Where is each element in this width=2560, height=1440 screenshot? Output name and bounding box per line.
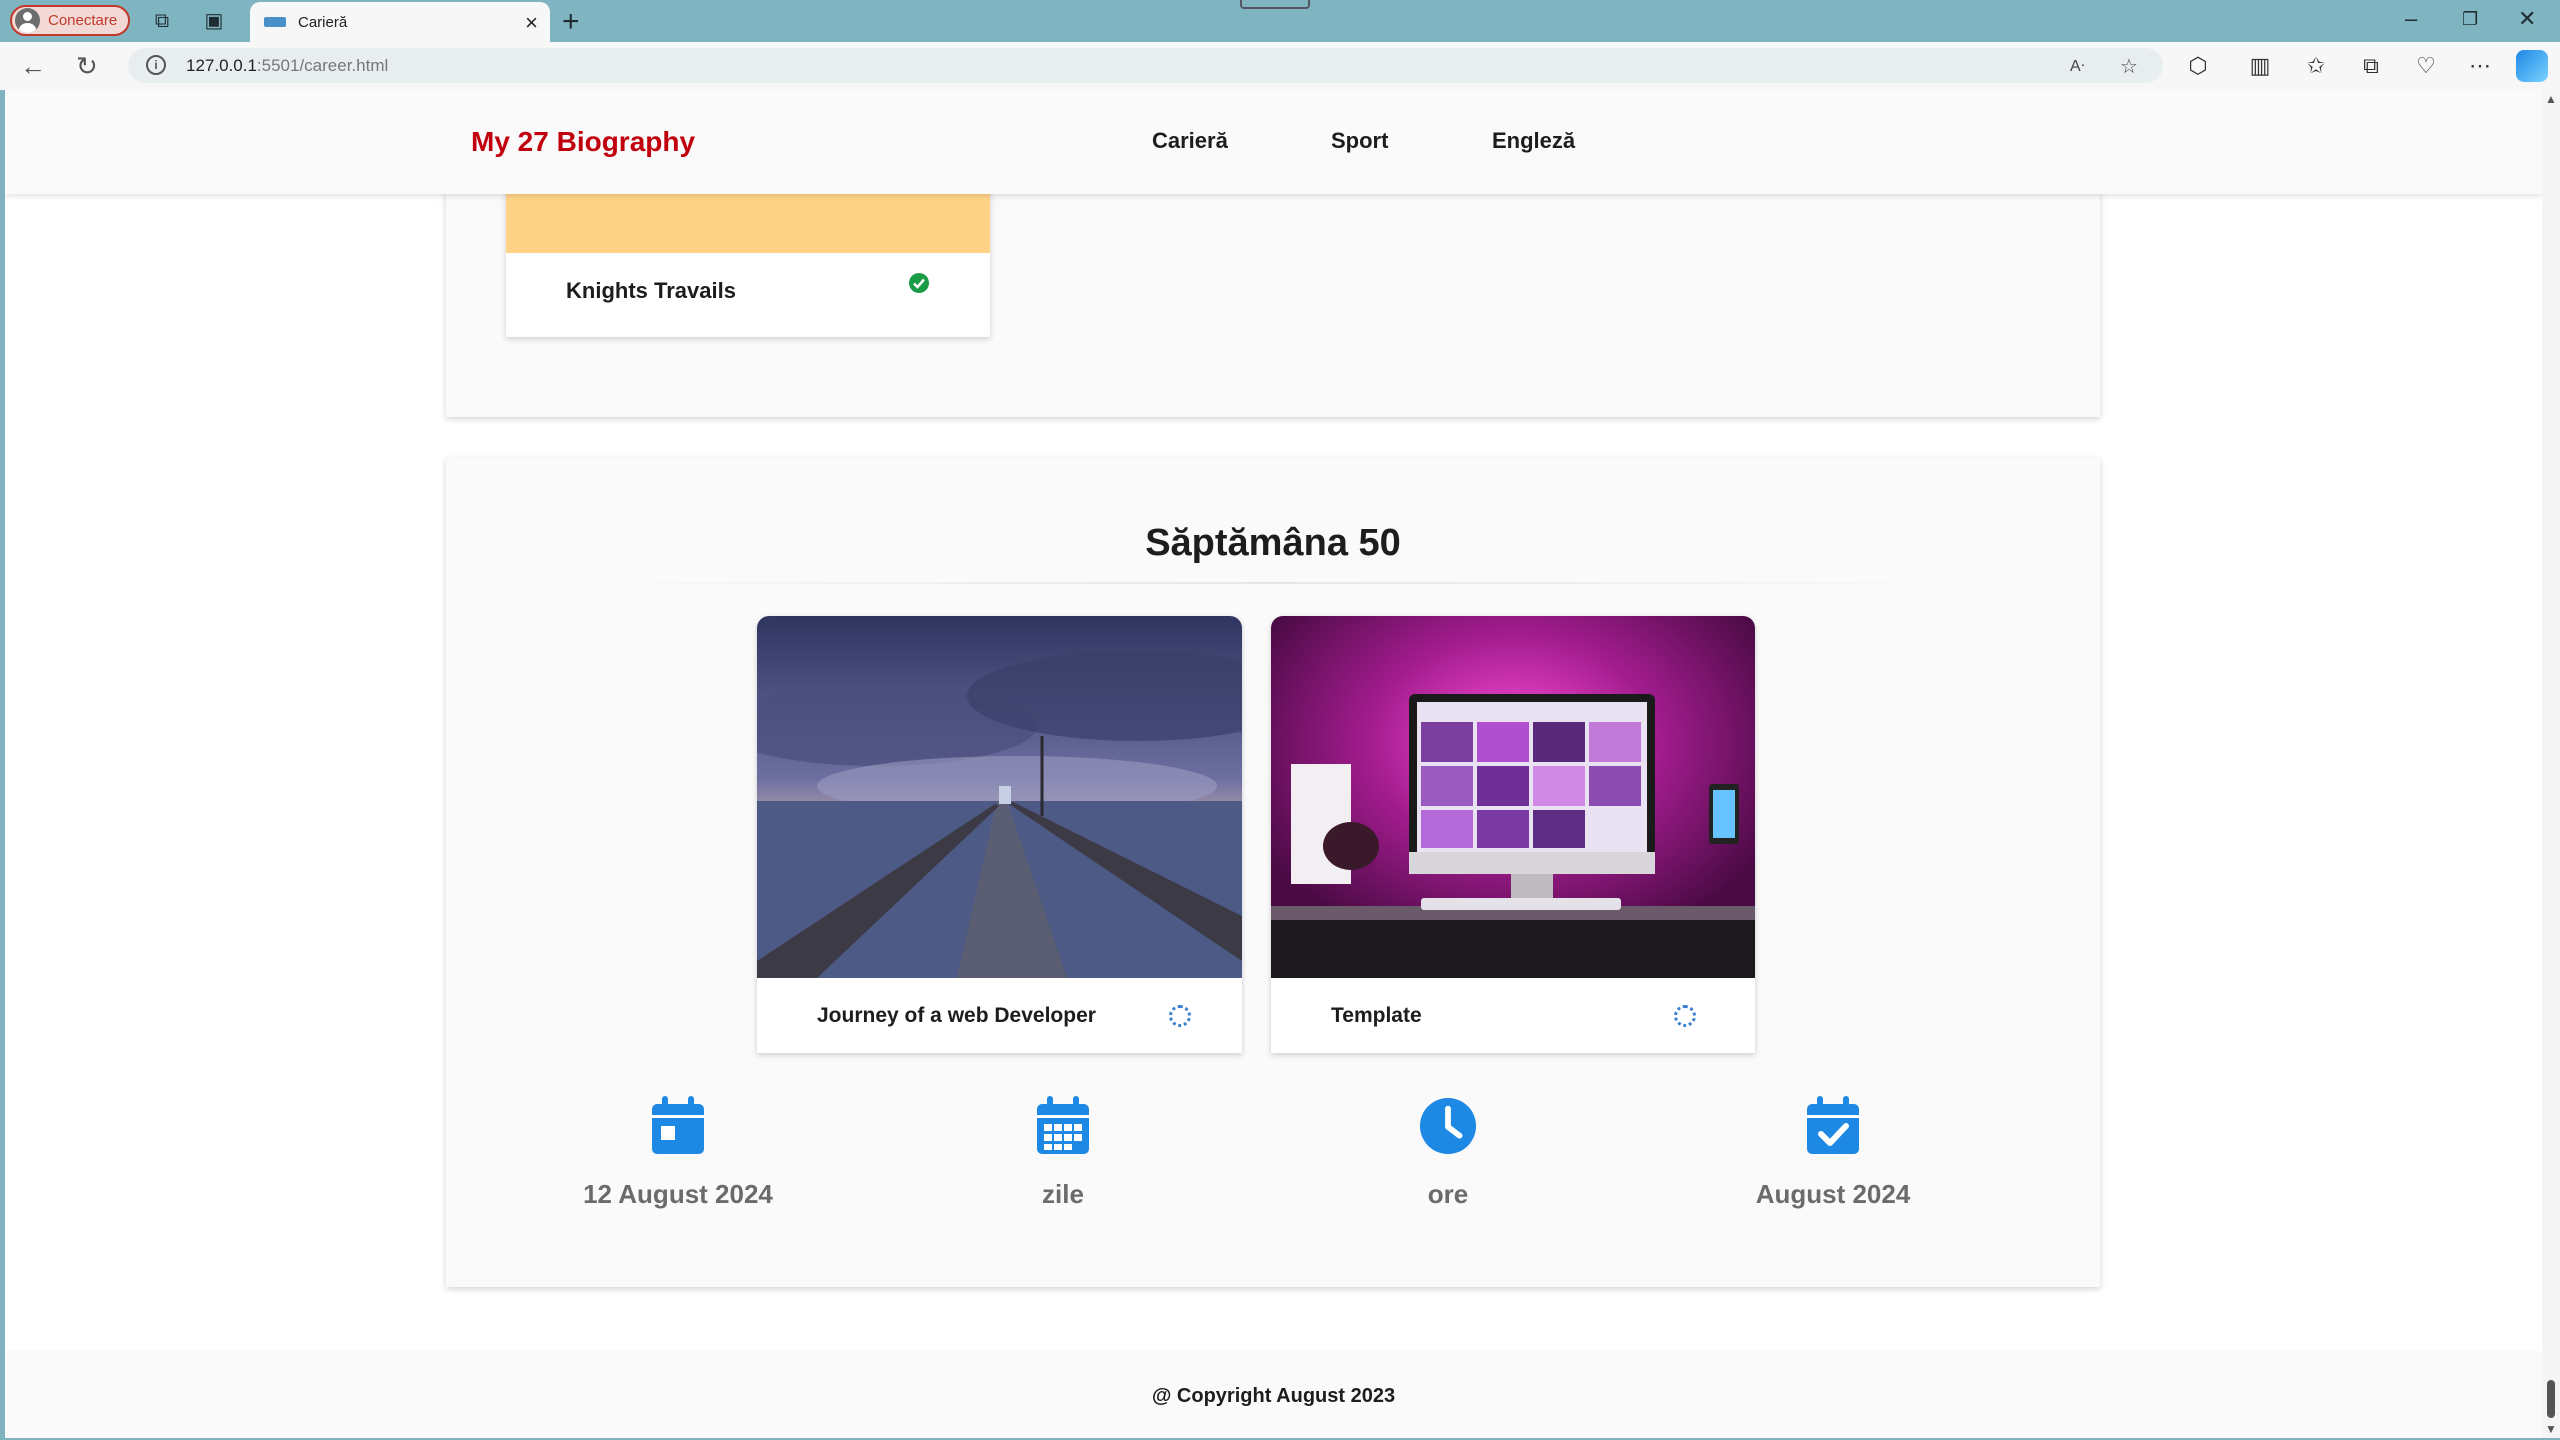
- back-icon[interactable]: ←: [20, 50, 46, 82]
- stat-value: August 2024: [1755, 1179, 1911, 1209]
- site-brand[interactable]: My 27 Biography: [471, 126, 695, 158]
- scroll-down-icon[interactable]: ▼: [2545, 1422, 2557, 1436]
- stat-value: zile: [1042, 1179, 1084, 1209]
- stat-start-date: 12 August 2024: [528, 1096, 828, 1210]
- browser-essentials-icon[interactable]: ♡: [2412, 53, 2440, 79]
- project-caption: Knights Travails: [566, 278, 736, 303]
- page-viewport: My 27 Biography Carieră Sport Engleză Kn…: [5, 90, 2542, 1438]
- profile-label: Conectare: [48, 12, 118, 29]
- calendar-icon: [652, 1096, 704, 1154]
- stat-end-date: August 2024: [1683, 1096, 1983, 1210]
- url-text: 127.0.0.1:5501/career.html: [186, 56, 388, 76]
- favorites-icon[interactable]: ✩: [2302, 53, 2330, 79]
- site-header: My 27 Biography Carieră Sport Engleză: [5, 90, 2542, 194]
- more-menu-icon[interactable]: ⋯: [2466, 53, 2494, 79]
- stat-value: 12 August 2024: [583, 1179, 773, 1209]
- tab-close-icon[interactable]: ×: [525, 10, 538, 36]
- project-caption: Journey of a web Developer: [817, 1004, 1096, 1027]
- stat-hours: ore: [1298, 1096, 1598, 1210]
- address-bar[interactable]: i 127.0.0.1:5501/career.html Aᐧ ☆: [128, 48, 2163, 83]
- copyright-text: @ Copyright August 2023: [1151, 1385, 1396, 1407]
- loading-spinner-icon: [1674, 1005, 1696, 1027]
- extensions-icon[interactable]: ⬡: [2184, 53, 2212, 79]
- refresh-icon[interactable]: ↻: [76, 50, 98, 82]
- workspaces-icon[interactable]: ⧉: [150, 9, 174, 33]
- split-screen-icon[interactable]: ▥: [2246, 53, 2274, 79]
- page-scrollbar[interactable]: ▲ ▼: [2542, 90, 2560, 1438]
- window-drag-handle[interactable]: [1240, 0, 1310, 9]
- profile-button[interactable]: Conectare: [10, 5, 130, 36]
- copilot-icon[interactable]: [2516, 50, 2548, 82]
- restore-icon[interactable]: ❐: [2462, 9, 2478, 30]
- desk-computer-image: [1271, 616, 1755, 978]
- scroll-up-icon[interactable]: ▲: [2545, 92, 2557, 106]
- browser-tab-active[interactable]: Carieră ×: [250, 2, 550, 42]
- new-tab-icon[interactable]: +: [562, 5, 580, 39]
- url-host: 127.0.0.1: [186, 56, 257, 75]
- minimize-icon[interactable]: –: [2405, 6, 2417, 32]
- tab-actions-icon[interactable]: ▣: [202, 9, 226, 33]
- site-footer: @ Copyright August 2023: [5, 1351, 2542, 1438]
- loading-spinner-icon: [1169, 1005, 1191, 1027]
- site-info-icon[interactable]: i: [146, 55, 166, 75]
- stat-value: ore: [1427, 1179, 1469, 1209]
- nav-link-cariera[interactable]: Carieră: [1152, 128, 1228, 154]
- collections-icon[interactable]: ⧉: [2357, 53, 2385, 79]
- calendar-days-icon: [1037, 1096, 1089, 1154]
- read-aloud-icon[interactable]: Aᐧ: [2070, 56, 2085, 76]
- tab-title: Carieră: [298, 13, 348, 31]
- browser-toolbar: ← ↻ i 127.0.0.1:5501/career.html Aᐧ ☆ ⬡ …: [0, 42, 2560, 90]
- week-section: Săptămâna 50 Journey of a web Developer …: [446, 458, 2100, 1287]
- project-card[interactable]: Journey of a web Developer: [757, 616, 1242, 1053]
- scrollbar-thumb[interactable]: [2547, 1380, 2555, 1418]
- project-caption: Template: [1331, 1004, 1422, 1027]
- section-title: Săptămâna 50: [1145, 522, 1401, 564]
- stat-days: zile: [913, 1096, 1213, 1210]
- nav-link-sport[interactable]: Sport: [1331, 128, 1388, 154]
- pier-image: [757, 616, 1242, 978]
- section-divider: [564, 582, 1976, 584]
- favorite-star-icon[interactable]: ☆: [2120, 54, 2138, 79]
- profile-avatar-icon: [15, 8, 40, 33]
- browser-titlebar: Conectare ⧉ ▣ Carieră × + – ❐ ✕: [0, 0, 2560, 42]
- tab-favicon-icon: [264, 17, 286, 27]
- project-card[interactable]: Template: [1271, 616, 1755, 1053]
- calendar-check-icon: [1807, 1096, 1859, 1154]
- nav-link-engleza[interactable]: Engleză: [1492, 128, 1575, 154]
- url-path: :5501/career.html: [256, 56, 389, 75]
- clock-icon: [1419, 1097, 1477, 1155]
- close-window-icon[interactable]: ✕: [2518, 6, 2536, 32]
- check-circle-icon: [909, 273, 929, 293]
